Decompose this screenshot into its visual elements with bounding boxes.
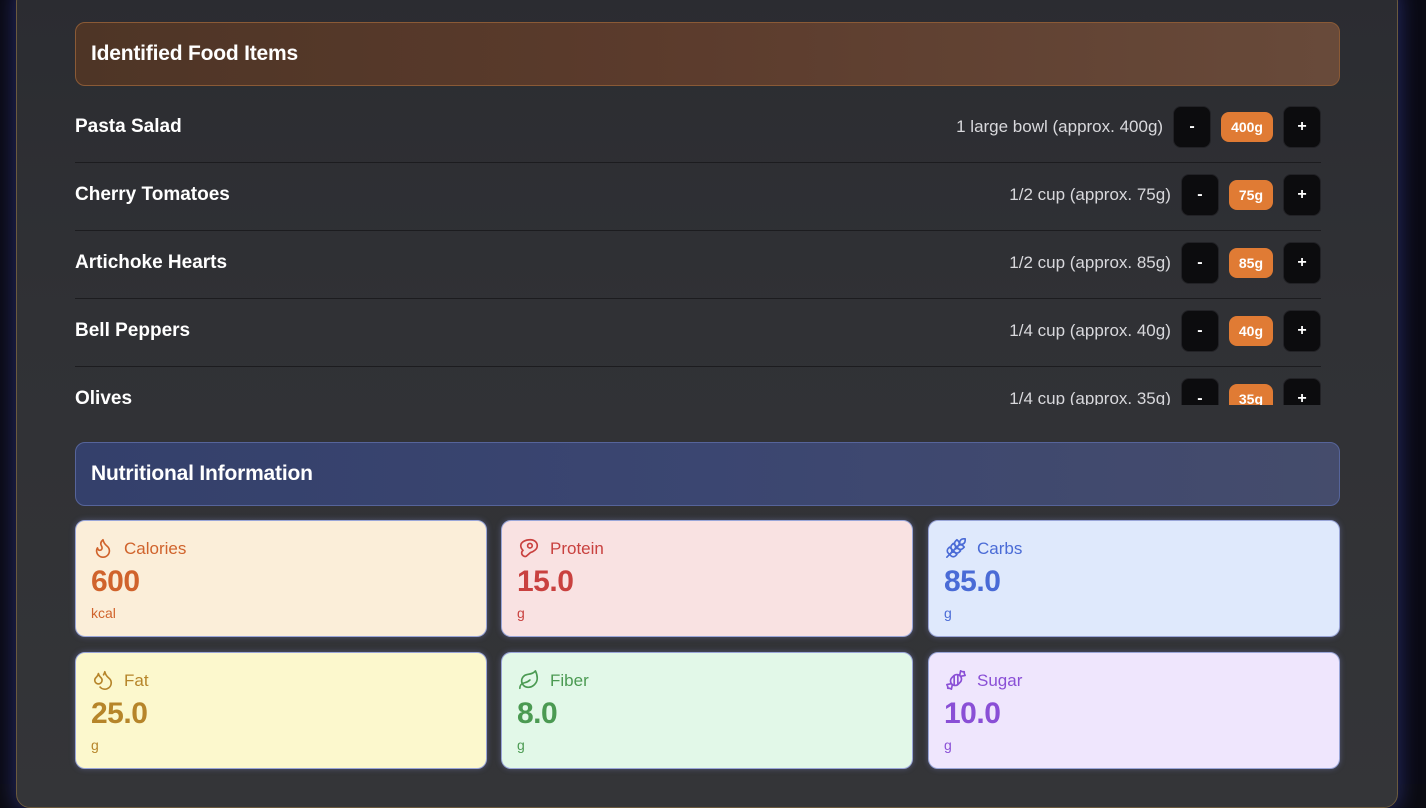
card-unit: g [944, 605, 952, 621]
decrease-button[interactable]: - [1180, 174, 1219, 216]
decrease-button[interactable]: - [1180, 242, 1219, 284]
decrease-button[interactable]: - [1173, 106, 1212, 148]
card-label: Protein [550, 539, 604, 558]
nutrition-cards: Calories 600 kcal Protein 15.0 g Carbs 8… [75, 520, 1341, 770]
card-value: 10.0 [944, 697, 1001, 730]
increase-button[interactable]: + [1283, 242, 1321, 284]
calories-card: Calories 600 kcal [75, 520, 487, 637]
food-item-row: Pasta Salad 1 large bowl (approx. 400g) … [75, 95, 1321, 163]
food-item-portion: 1/4 cup (approx. 35g) [1009, 389, 1171, 405]
food-item-controls: 1/2 cup (approx. 75g) - 75g + [1009, 174, 1321, 216]
grams-badge: 75g [1228, 180, 1273, 210]
fat-card: Fat 25.0 g [75, 652, 487, 769]
protein-card: Protein 15.0 g [501, 520, 913, 637]
card-value: 15.0 [517, 565, 574, 598]
food-items-header: Identified Food Items [75, 22, 1340, 86]
fiber-card: Fiber 8.0 g [501, 652, 913, 769]
meat-icon [519, 538, 539, 558]
food-item-portion: 1/4 cup (approx. 40g) [1009, 321, 1171, 340]
sugar-card: Sugar 10.0 g [928, 652, 1340, 769]
droplets-icon [93, 670, 113, 690]
food-item-controls: 1 large bowl (approx. 400g) - 400g + [956, 106, 1321, 148]
food-item-row: Artichoke Hearts 1/2 cup (approx. 85g) -… [75, 231, 1321, 299]
card-value: 600 [91, 565, 140, 598]
food-item-name: Bell Peppers [75, 320, 191, 341]
card-value: 25.0 [91, 697, 148, 730]
food-item-name: Pasta Salad [75, 116, 182, 137]
food-item-row: Bell Peppers 1/4 cup (approx. 40g) - 40g… [75, 299, 1321, 367]
increase-button[interactable]: + [1283, 310, 1321, 352]
food-item-controls: 1/2 cup (approx. 85g) - 85g + [1009, 242, 1321, 284]
food-item-name: Cherry Tomatoes [75, 184, 230, 205]
leaf-icon [519, 670, 539, 690]
food-items-title: Identified Food Items [91, 42, 298, 65]
food-item-name: Artichoke Hearts [75, 252, 228, 273]
flame-icon [95, 538, 111, 558]
card-unit: kcal [91, 605, 116, 621]
card-value: 85.0 [944, 565, 1001, 598]
card-unit: g [91, 737, 99, 753]
food-item-portion: 1/2 cup (approx. 75g) [1009, 185, 1171, 204]
food-item-controls: 1/4 cup (approx. 35g) - 35g + [1009, 378, 1321, 405]
grams-badge: 40g [1228, 316, 1273, 346]
carbs-card: Carbs 85.0 g [928, 520, 1340, 637]
card-unit: g [944, 737, 952, 753]
card-label: Calories [124, 539, 187, 558]
grams-badge: 85g [1228, 248, 1273, 278]
food-items-list[interactable]: Pasta Salad 1 large bowl (approx. 400g) … [75, 95, 1321, 405]
increase-button[interactable]: + [1283, 174, 1321, 216]
card-label: Fat [124, 671, 149, 690]
food-item-name: Olives [75, 388, 133, 405]
decrease-button[interactable]: - [1180, 378, 1219, 405]
nutrition-header: Nutritional Information [75, 442, 1340, 506]
grams-badge: 35g [1228, 384, 1273, 405]
food-item-portion: 1/2 cup (approx. 85g) [1009, 253, 1171, 272]
page-background: Identified Food Items Pasta Salad 1 larg… [0, 0, 1426, 808]
card-unit: g [517, 605, 525, 621]
card-label: Sugar [977, 671, 1023, 690]
food-item-row: Cherry Tomatoes 1/2 cup (approx. 75g) - … [75, 163, 1321, 231]
increase-button[interactable]: + [1283, 106, 1321, 148]
wheat-icon [946, 538, 966, 558]
card-label: Carbs [977, 539, 1023, 558]
food-item-controls: 1/4 cup (approx. 40g) - 40g + [1009, 310, 1321, 352]
increase-button[interactable]: + [1283, 378, 1321, 405]
grams-badge: 400g [1221, 112, 1273, 142]
card-unit: g [517, 737, 525, 753]
food-item-row: Olives 1/4 cup (approx. 35g) - 35g + [75, 367, 1321, 405]
food-item-portion: 1 large bowl (approx. 400g) [956, 117, 1164, 136]
card-value: 8.0 [517, 697, 558, 730]
decrease-button[interactable]: - [1180, 310, 1219, 352]
candy-icon [946, 670, 966, 690]
nutrition-title: Nutritional Information [91, 462, 313, 485]
card-label: Fiber [550, 671, 589, 690]
